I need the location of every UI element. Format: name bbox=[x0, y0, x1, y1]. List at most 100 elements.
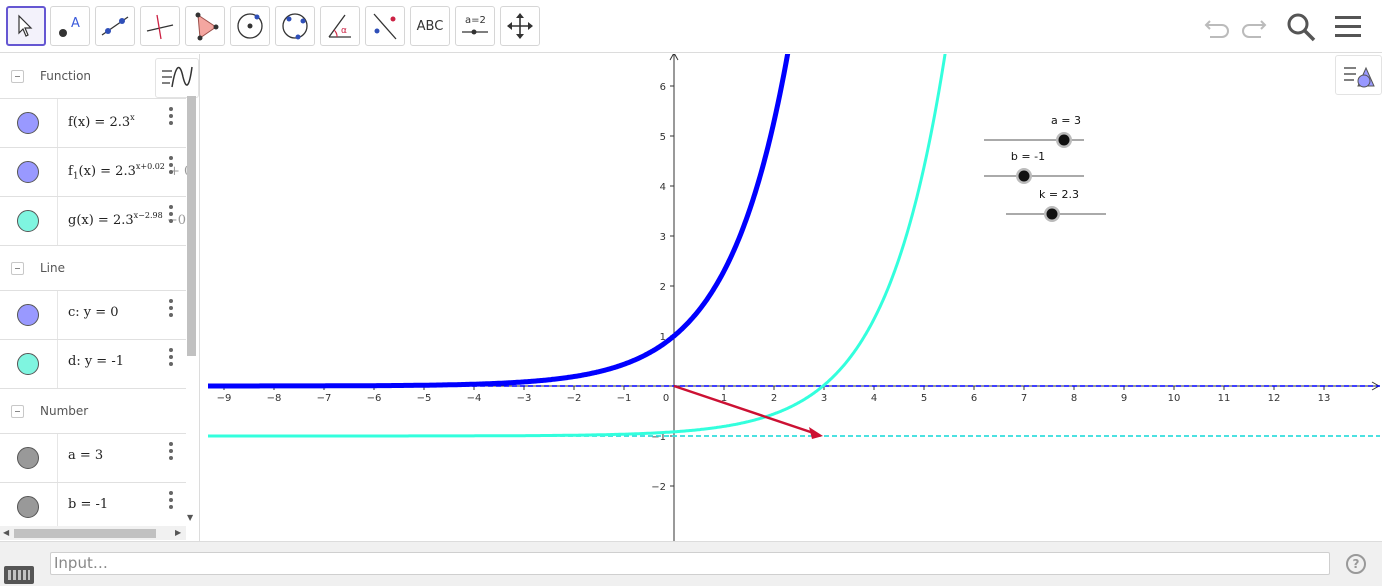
input-bar-area: Input… ? bbox=[0, 541, 1382, 586]
circle-center-tool-button[interactable] bbox=[230, 6, 270, 46]
algebra-style-bar-button[interactable] bbox=[155, 58, 199, 98]
visibility-marble-icon[interactable] bbox=[17, 112, 39, 134]
algebra-input-field[interactable]: Input… bbox=[50, 552, 1330, 575]
line-tool-button[interactable] bbox=[95, 6, 135, 46]
more-options-icon[interactable] bbox=[168, 348, 174, 368]
help-icon[interactable]: ? bbox=[1346, 554, 1366, 574]
more-options-icon[interactable] bbox=[168, 442, 174, 462]
more-options-icon[interactable] bbox=[168, 205, 174, 225]
category-number: Number bbox=[0, 389, 186, 434]
algebra-vertical-scrollbar[interactable] bbox=[187, 96, 196, 356]
curve-f bbox=[208, 54, 791, 389]
algebra-row-f[interactable]: f(x) = 2.3x bbox=[0, 99, 186, 148]
expression-f: f(x) = 2.3x bbox=[68, 113, 135, 130]
visibility-marble-icon[interactable] bbox=[17, 161, 39, 183]
x-tick-label: 0 bbox=[663, 393, 669, 404]
expression-a: a = 3 bbox=[68, 448, 104, 463]
vector-arrowhead bbox=[809, 427, 823, 439]
graphics-style-icon bbox=[1344, 66, 1375, 88]
x-tick-label: −2 bbox=[567, 393, 582, 404]
undo-icon bbox=[1204, 20, 1229, 38]
keyboard-icon[interactable] bbox=[4, 566, 34, 584]
text-tool-label: ABC bbox=[416, 18, 444, 34]
collapse-toggle-icon[interactable] bbox=[11, 70, 24, 83]
perpendicular-tool-button[interactable] bbox=[140, 6, 180, 46]
divider bbox=[57, 340, 58, 388]
toolbar: A α ABC a=2 bbox=[0, 0, 1382, 53]
algebra-row-b[interactable]: b = -1 bbox=[0, 483, 186, 532]
scroll-down-arrow-icon[interactable]: ▼ bbox=[187, 513, 193, 522]
expression-d: d: y = -1 bbox=[68, 354, 124, 369]
algebra-row-g[interactable]: g(x) = 2.3x−2.98 −0. bbox=[0, 197, 190, 246]
x-tick-label: −9 bbox=[217, 393, 232, 404]
slider-tool-button[interactable]: a=2 bbox=[455, 6, 495, 46]
more-options-icon[interactable] bbox=[168, 299, 174, 319]
visibility-marble-icon[interactable] bbox=[17, 210, 39, 232]
divider bbox=[57, 148, 58, 196]
point-tool-button[interactable]: A bbox=[50, 6, 90, 46]
slider-label: a = 3 bbox=[1051, 114, 1081, 127]
x-tick-label: −8 bbox=[267, 393, 282, 404]
slider-label: b = -1 bbox=[1011, 150, 1045, 163]
svg-text:α: α bbox=[341, 26, 347, 36]
expression-c: c: y = 0 bbox=[68, 305, 119, 320]
category-label: Function bbox=[40, 69, 92, 83]
scroll-right-arrow-icon[interactable]: ▶ bbox=[175, 528, 181, 537]
y-tick-label: 6 bbox=[660, 82, 666, 93]
text-tool-button[interactable]: ABC bbox=[410, 6, 450, 46]
collapse-toggle-icon[interactable] bbox=[11, 405, 24, 418]
expression-b: b = -1 bbox=[68, 497, 109, 512]
reflect-tool-button[interactable] bbox=[365, 6, 405, 46]
slider-knob bbox=[1058, 134, 1070, 146]
circle-center-icon bbox=[237, 13, 263, 39]
algebra-row-f1[interactable]: f1(x) = 2.3x+0.02 + 0 bbox=[0, 148, 192, 197]
visibility-marble-icon[interactable] bbox=[17, 304, 39, 326]
x-tick-label: 7 bbox=[1021, 393, 1027, 404]
y-tick-label: 2 bbox=[660, 282, 666, 293]
algebra-horizontal-scrollbar[interactable] bbox=[14, 529, 156, 538]
category-label: Number bbox=[40, 404, 89, 418]
polygon-tool-button[interactable] bbox=[185, 6, 225, 46]
slider-icon: a=2 bbox=[462, 15, 488, 35]
cursor-arrow-icon bbox=[18, 14, 33, 37]
algebra-row-a[interactable]: a = 3 bbox=[0, 434, 186, 483]
slider-knob bbox=[1018, 170, 1030, 182]
point-icon: A bbox=[59, 16, 80, 37]
algebra-row-d[interactable]: d: y = -1 bbox=[0, 340, 186, 389]
reflect-line-icon bbox=[373, 13, 397, 40]
more-options-icon[interactable] bbox=[168, 491, 174, 511]
graph-canvas[interactable]: −9 −8 −7 −6 −5 −4 −3 −2 −1 0 1 2 3 4 5 6 7 8 9 10 11 12 136543… bbox=[208, 54, 1382, 541]
main-menu-button[interactable] bbox=[1331, 10, 1365, 44]
scroll-left-arrow-icon[interactable]: ◀ bbox=[3, 528, 9, 537]
visibility-marble-icon[interactable] bbox=[17, 353, 39, 375]
y-tick-label: 3 bbox=[660, 232, 666, 243]
x-tick-label: 4 bbox=[871, 393, 877, 404]
algebra-style-icon bbox=[162, 66, 193, 88]
circle-three-points-tool-button[interactable] bbox=[275, 6, 315, 46]
search-button[interactable] bbox=[1284, 10, 1318, 44]
redo-button[interactable] bbox=[1237, 10, 1271, 44]
y-tick-label: 4 bbox=[660, 182, 666, 193]
redo-icon bbox=[1242, 20, 1267, 38]
svg-text:a=2: a=2 bbox=[465, 15, 486, 26]
divider bbox=[57, 291, 58, 339]
more-options-icon[interactable] bbox=[168, 156, 174, 176]
visibility-marble-icon[interactable] bbox=[17, 496, 39, 518]
graphics-view[interactable]: −9 −8 −7 −6 −5 −4 −3 −2 −1 0 1 2 3 4 5 6 7 8 9 10 11 12 13 6 5 4 3… bbox=[208, 54, 1382, 541]
move-graphics-tool-button[interactable] bbox=[500, 6, 540, 46]
visibility-marble-icon[interactable] bbox=[17, 447, 39, 469]
curve-g bbox=[208, 54, 947, 438]
move-tool-button[interactable] bbox=[6, 6, 46, 46]
more-options-icon[interactable] bbox=[168, 107, 174, 127]
y-tick-label: 5 bbox=[660, 132, 666, 143]
x-tick-label: 3 bbox=[821, 393, 827, 404]
collapse-toggle-icon[interactable] bbox=[11, 262, 24, 275]
undo-button[interactable] bbox=[1200, 10, 1234, 44]
x-tick-label: −3 bbox=[517, 393, 532, 404]
x-tick-label: 5 bbox=[921, 393, 927, 404]
algebra-row-c[interactable]: c: y = 0 bbox=[0, 291, 186, 340]
graphics-style-bar-button[interactable] bbox=[1335, 55, 1382, 95]
x-tick-label: 11 bbox=[1218, 393, 1231, 404]
svg-text:A: A bbox=[71, 16, 80, 31]
angle-tool-button[interactable]: α bbox=[320, 6, 360, 46]
